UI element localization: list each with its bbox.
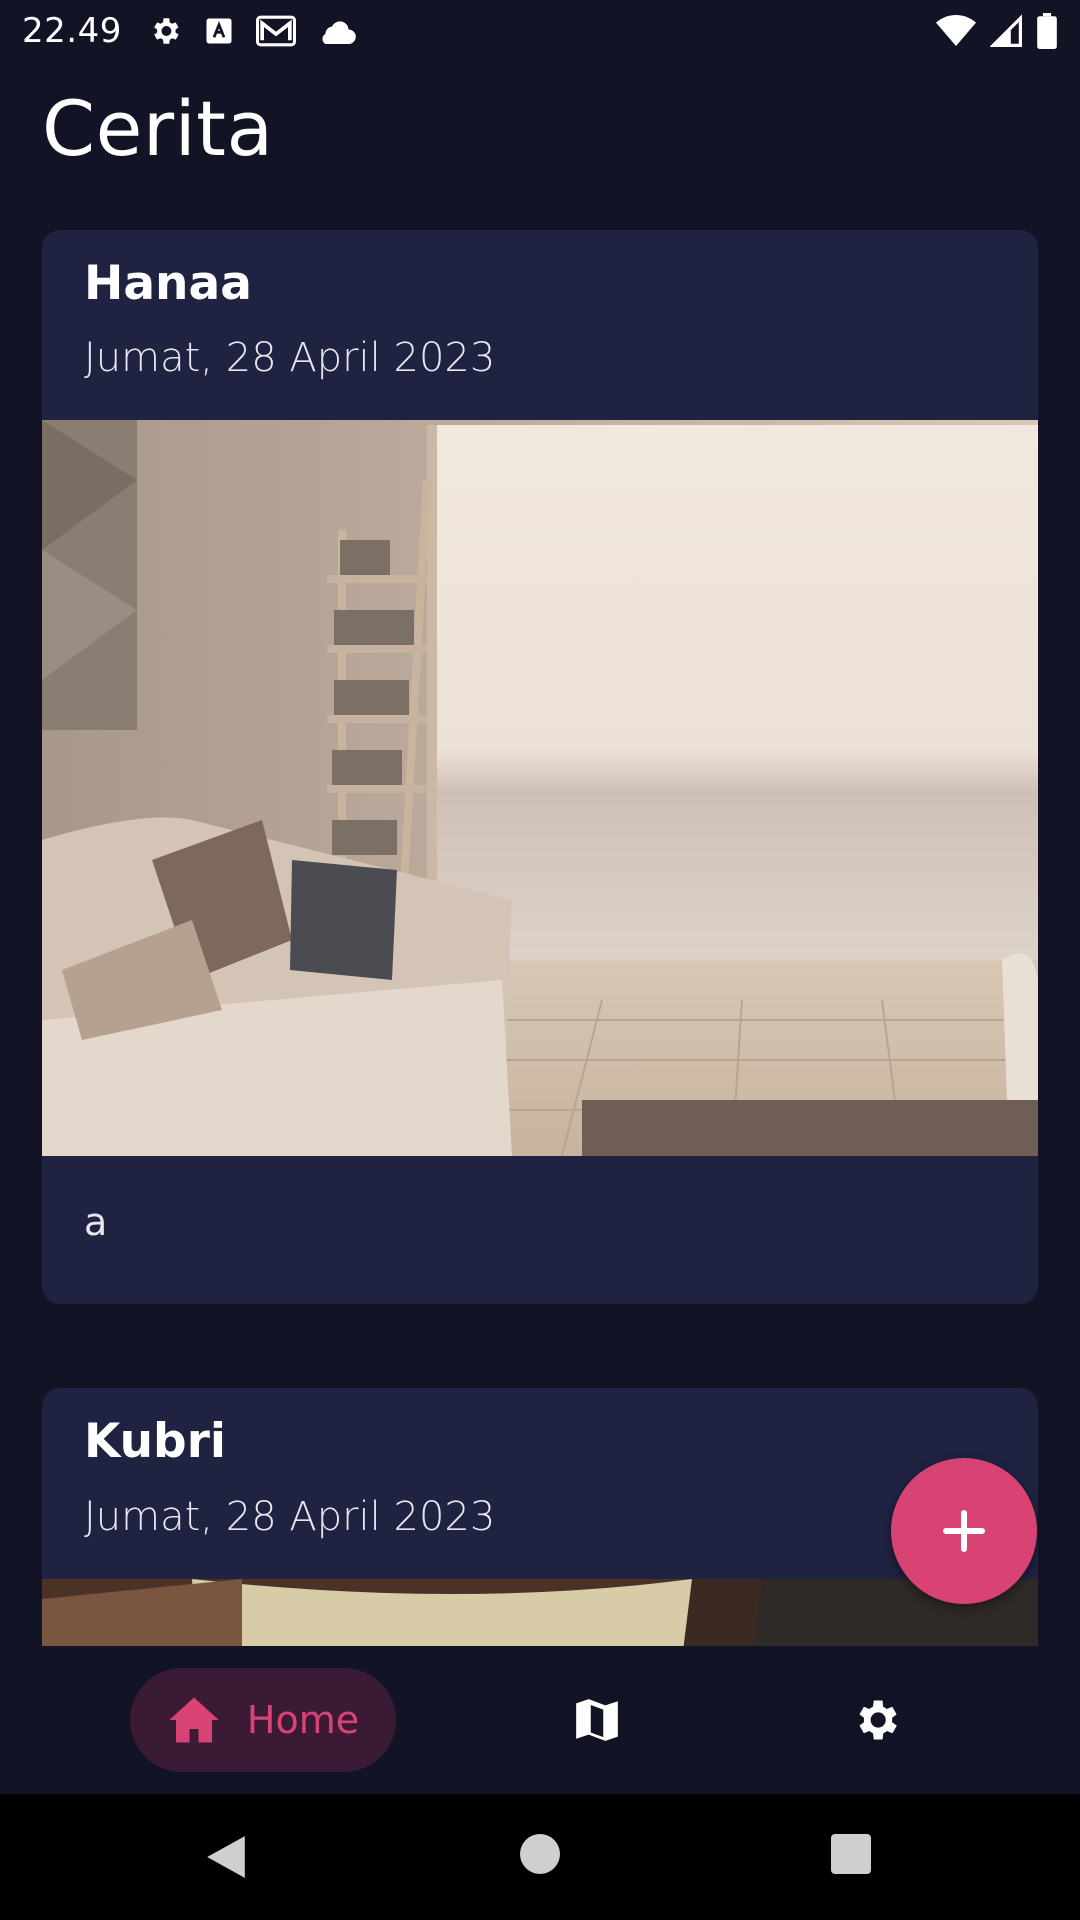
add-story-button[interactable]: [891, 1458, 1037, 1604]
nav-item-home[interactable]: Home: [130, 1668, 396, 1772]
plus-icon: [943, 1510, 985, 1552]
status-time: 22.49: [22, 11, 122, 51]
story-header: Kubri Jumat, 28 April 2023: [42, 1388, 1038, 1578]
status-notification-icons: [148, 14, 356, 48]
nav-item-settings[interactable]: [850, 1694, 902, 1750]
cloud-icon: [318, 18, 356, 44]
back-icon[interactable]: [205, 1834, 247, 1880]
settings-icon: [859, 1700, 897, 1740]
story-date: Jumat, 28 April 2023: [84, 335, 496, 382]
wifi-icon: [936, 14, 976, 48]
story-feed[interactable]: Hanaa Jumat, 28 April 2023 a Kubri Jumat…: [42, 230, 1038, 1646]
story-card[interactable]: Kubri Jumat, 28 April 2023: [42, 1388, 1038, 1646]
recents-square-icon[interactable]: [831, 1834, 871, 1874]
story-author: Hanaa: [84, 256, 252, 311]
status-system-icons: [936, 13, 1058, 49]
nav-item-map[interactable]: [572, 1694, 622, 1750]
map-icon: [576, 1699, 618, 1741]
story-header: Hanaa Jumat, 28 April 2023: [42, 230, 1038, 420]
story-card[interactable]: Hanaa Jumat, 28 April 2023 a: [42, 230, 1038, 1305]
text-badge-icon: [204, 16, 234, 46]
gear-icon: [148, 14, 182, 48]
bottom-navigation: Home: [0, 1646, 1080, 1794]
mail-icon: [255, 15, 296, 47]
story-author: Kubri: [84, 1414, 226, 1470]
home-circle-icon[interactable]: [520, 1834, 560, 1874]
nav-item-home-label: Home: [246, 1698, 360, 1742]
status-bar: 22.49: [0, 0, 1080, 62]
battery-icon: [1036, 13, 1058, 49]
story-description: a: [84, 1200, 108, 1245]
story-date: Jumat, 28 April 2023: [84, 1493, 496, 1540]
story-photo: [42, 1578, 1038, 1646]
signal-icon: [990, 14, 1022, 48]
home-icon: [169, 1697, 219, 1743]
page-title: Cerita: [42, 84, 274, 173]
story-photo: [42, 420, 1038, 1157]
system-navigation-bar: [0, 1794, 1080, 1920]
